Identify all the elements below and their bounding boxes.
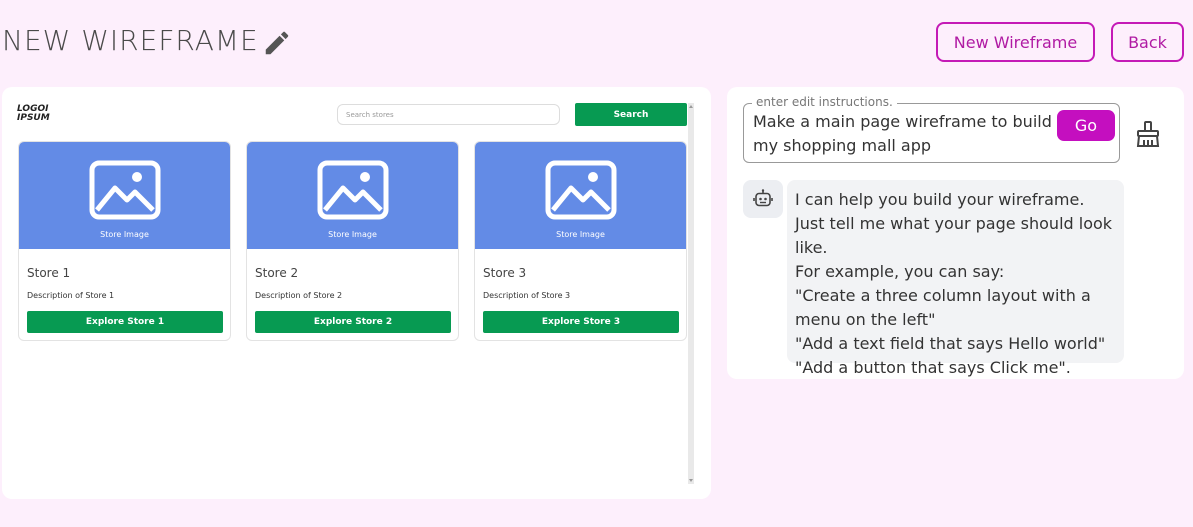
store-image-label: Store Image	[100, 230, 149, 239]
store-image-label: Store Image	[328, 230, 377, 239]
explore-store-button[interactable]: Explore Store 2	[255, 311, 451, 333]
explore-store-button[interactable]: Explore Store 3	[483, 311, 679, 333]
bot-message-line: "Add a text field that says Hello world"	[795, 334, 1106, 353]
bot-message-line: "Add a button that says Click me".	[795, 358, 1071, 377]
logo-line2: IPSUM	[17, 113, 50, 123]
image-placeholder-icon	[317, 160, 389, 220]
explore-store-button[interactable]: Explore Store 1	[27, 311, 223, 333]
edit-instructions-label: enter edit instructions.	[752, 95, 897, 109]
image-placeholder-icon	[545, 160, 617, 220]
bot-message-line: I can help you build your wireframe. Jus…	[795, 190, 1113, 257]
bot-message-line: For example, you can say:	[795, 262, 1005, 281]
image-placeholder-icon	[89, 160, 161, 220]
new-wireframe-button[interactable]: New Wireframe	[936, 22, 1095, 62]
logo: LOGOI IPSUM	[17, 105, 53, 127]
store-title: Store 2	[255, 266, 299, 280]
back-button[interactable]: Back	[1111, 22, 1184, 62]
wireframe-editor-page: NEW WIREFRAME New Wireframe Back LOGOI I…	[0, 0, 1193, 527]
store-title: Store 3	[483, 266, 527, 280]
store-description: Description of Store 2	[255, 291, 343, 300]
preview-scrollbar[interactable]	[688, 103, 694, 484]
edit-instructions-input[interactable]: Make a main page wireframe to build my s…	[753, 110, 1053, 158]
store-image: Store Image	[475, 142, 686, 249]
robot-icon	[743, 180, 783, 218]
store-card: Store Image Store 3 Description of Store…	[474, 141, 687, 341]
store-card: Store Image Store 1 Description of Store…	[18, 141, 231, 341]
bot-message-line: "Create a three column layout with a men…	[795, 286, 1091, 329]
broom-icon[interactable]	[1134, 120, 1162, 148]
store-image: Store Image	[19, 142, 230, 249]
pencil-icon[interactable]	[262, 28, 292, 58]
search-button[interactable]: Search	[575, 103, 687, 126]
wireframe-preview: LOGOI IPSUM Search stores Search Store I…	[2, 87, 711, 499]
search-input[interactable]: Search stores	[337, 104, 560, 125]
store-title: Store 1	[27, 266, 71, 280]
edit-instructions-field[interactable]: enter edit instructions. Make a main pag…	[743, 95, 1120, 163]
store-image-label: Store Image	[556, 230, 605, 239]
go-button[interactable]: Go	[1057, 110, 1115, 141]
store-description: Description of Store 3	[483, 291, 571, 300]
chat-panel: enter edit instructions. Make a main pag…	[727, 87, 1184, 379]
store-card: Store Image Store 2 Description of Store…	[246, 141, 459, 341]
store-image: Store Image	[247, 142, 458, 249]
page-title: NEW WIREFRAME	[2, 24, 259, 57]
store-description: Description of Store 1	[27, 291, 115, 300]
bot-message: I can help you build your wireframe. Jus…	[787, 180, 1124, 377]
